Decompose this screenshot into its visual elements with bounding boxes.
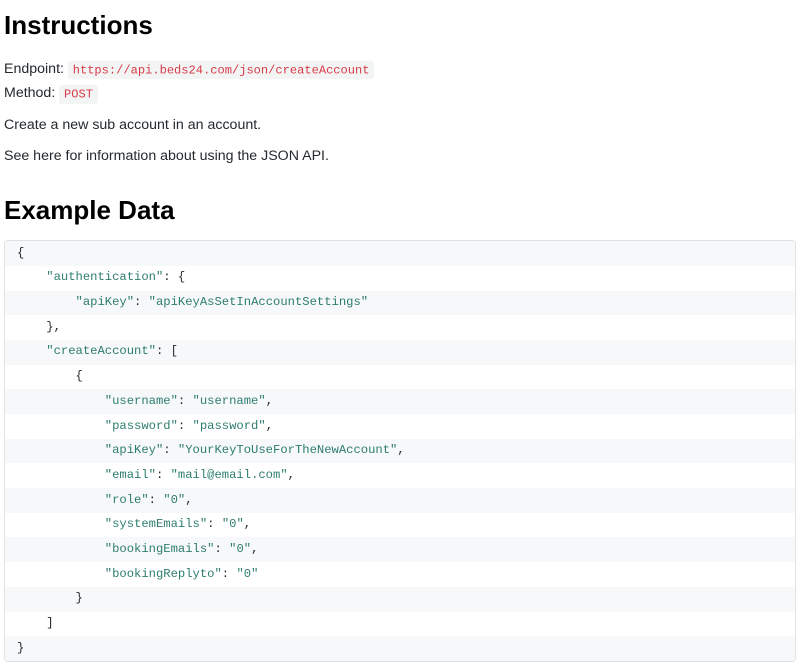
code-line: }, [5,315,795,340]
method-line: Method: POST [4,83,796,104]
code-line: "apiKey": "apiKeyAsSetInAccountSettings" [5,291,795,316]
code-line: "password": "password", [5,414,795,439]
code-line: "role": "0", [5,488,795,513]
code-line: { [5,241,795,266]
code-line: { [5,365,795,390]
code-line: } [5,636,795,661]
code-line: ] [5,612,795,637]
endpoint-label: Endpoint: [4,61,64,77]
description-1: Create a new sub account in an account. [4,115,796,136]
code-line: "email": "mail@email.com", [5,463,795,488]
code-block: { "authentication": { "apiKey": "apiKeyA… [4,240,796,662]
endpoint-value: https://api.beds24.com/json/createAccoun… [68,61,374,80]
heading-example-data: Example Data [4,191,796,230]
code-line: } [5,587,795,612]
code-line: "authentication": { [5,266,795,291]
description-2: See here for information about using the… [4,146,796,167]
code-line: "bookingEmails": "0", [5,537,795,562]
code-line: "systemEmails": "0", [5,513,795,538]
heading-instructions: Instructions [4,6,796,45]
code-line: "createAccount": [ [5,340,795,365]
code-line: "bookingReplyto": "0" [5,562,795,587]
code-line: "apiKey": "YourKeyToUseForTheNewAccount"… [5,439,795,464]
code-line: "username": "username", [5,389,795,414]
method-value: POST [59,85,98,104]
endpoint-line: Endpoint: https://api.beds24.com/json/cr… [4,59,796,80]
method-label: Method: [4,85,55,101]
